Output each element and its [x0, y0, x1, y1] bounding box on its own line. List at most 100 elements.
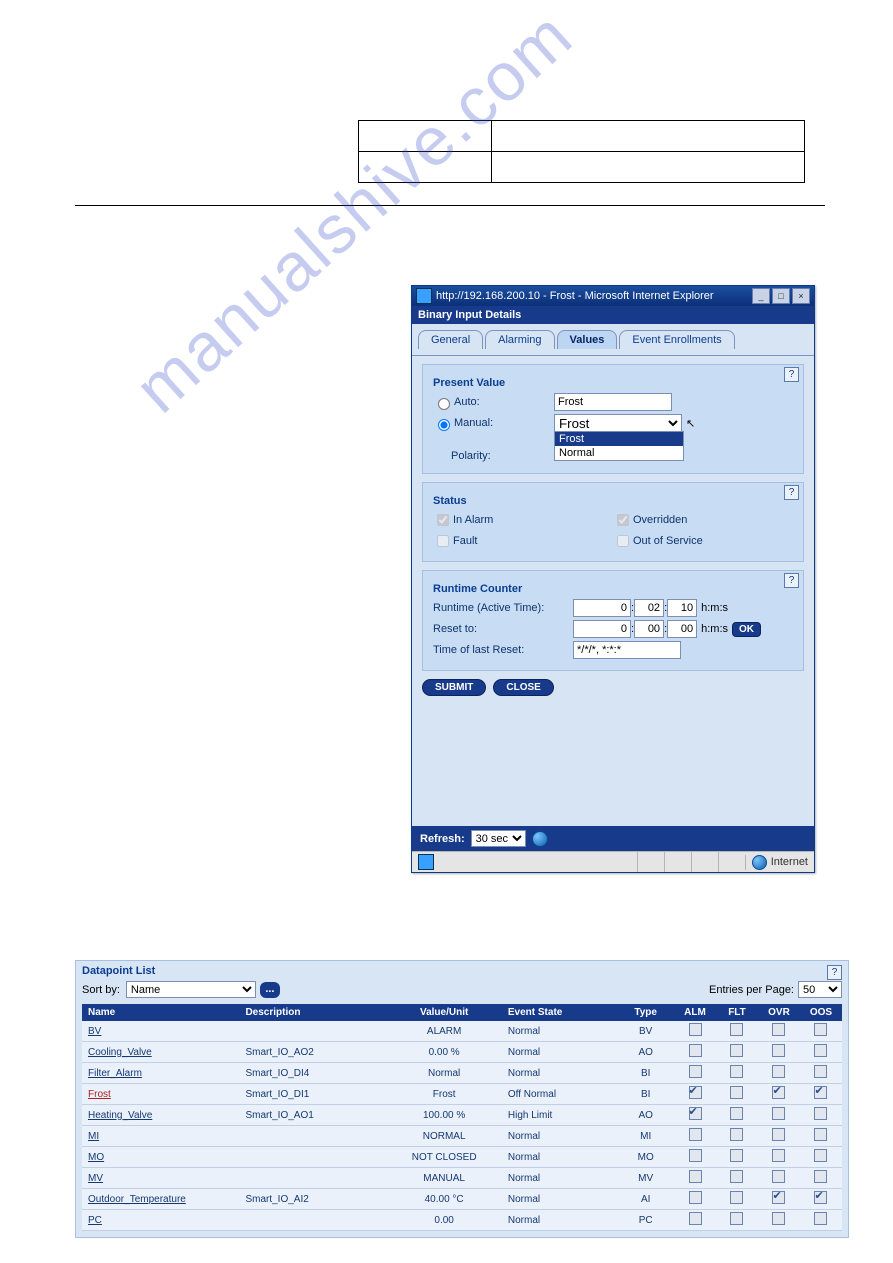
- close-button[interactable]: CLOSE: [493, 679, 553, 696]
- col-ovr[interactable]: OVR: [758, 1004, 800, 1021]
- in-alarm-label: In Alarm: [453, 514, 493, 526]
- option-normal[interactable]: Normal: [555, 446, 683, 460]
- type-cell: AO: [617, 1042, 674, 1063]
- help-icon[interactable]: ?: [784, 573, 799, 588]
- datapoint-link[interactable]: PC: [88, 1215, 102, 1226]
- runtime-title: Runtime Counter: [433, 583, 793, 595]
- manual-dropdown-options[interactable]: Frost Normal: [554, 431, 684, 461]
- col-desc[interactable]: Description: [239, 1004, 386, 1021]
- auto-radio[interactable]: [438, 398, 450, 410]
- maximize-button[interactable]: □: [772, 288, 790, 304]
- type-cell: BI: [617, 1063, 674, 1084]
- checkbox-icon: [814, 1065, 827, 1078]
- datapoint-link[interactable]: Filter_Alarm: [88, 1068, 142, 1079]
- tab-event-enrollments[interactable]: Event Enrollments: [619, 330, 734, 349]
- col-value[interactable]: Value/Unit: [386, 1004, 501, 1021]
- col-type[interactable]: Type: [617, 1004, 674, 1021]
- checkbox-icon: [689, 1170, 702, 1183]
- reset-s-field[interactable]: [667, 620, 697, 638]
- datapoint-link[interactable]: Heating_Valve: [88, 1110, 152, 1121]
- tab-values[interactable]: Values: [557, 330, 618, 349]
- reset-m-field[interactable]: [634, 620, 664, 638]
- out-of-service-checkbox: [617, 535, 629, 547]
- refresh-label: Refresh:: [420, 833, 465, 845]
- submit-button[interactable]: SUBMIT: [422, 679, 486, 696]
- fault-label: Fault: [453, 535, 477, 547]
- table-row: PC0.00NormalPC: [82, 1210, 842, 1231]
- datapoint-link[interactable]: BV: [88, 1026, 101, 1037]
- manual-label: Manual:: [454, 417, 554, 429]
- close-window-button[interactable]: ×: [792, 288, 810, 304]
- col-flt[interactable]: FLT: [716, 1004, 758, 1021]
- checkbox-icon: [730, 1044, 743, 1057]
- datapoint-link[interactable]: Frost: [88, 1089, 111, 1100]
- type-cell: PC: [617, 1210, 674, 1231]
- zone-globe-icon: [752, 855, 767, 870]
- checkbox-icon: [730, 1107, 743, 1120]
- auto-value-field: [554, 393, 672, 411]
- checkbox-icon: [689, 1149, 702, 1162]
- help-icon[interactable]: ?: [827, 965, 842, 980]
- checkbox-icon: [772, 1128, 785, 1141]
- help-icon[interactable]: ?: [784, 367, 799, 382]
- event-cell: Normal: [502, 1126, 617, 1147]
- checkbox-icon: [772, 1149, 785, 1162]
- reset-h-field[interactable]: [573, 620, 631, 638]
- reset-ok-button[interactable]: OK: [732, 622, 761, 637]
- manual-radio[interactable]: [438, 419, 450, 431]
- minimize-button[interactable]: _: [752, 288, 770, 304]
- datapoint-table: Name Description Value/Unit Event State …: [82, 1004, 842, 1231]
- cursor-arrow-icon: ↖: [686, 417, 695, 430]
- runtime-s-field[interactable]: [667, 599, 697, 617]
- sort-more-button[interactable]: ...: [260, 982, 280, 998]
- col-oos[interactable]: OOS: [800, 1004, 842, 1021]
- sort-by-select[interactable]: Name: [126, 981, 256, 998]
- runtime-h-field[interactable]: [573, 599, 631, 617]
- datapoint-link[interactable]: MO: [88, 1152, 104, 1163]
- refresh-bar: Refresh: 30 sec: [412, 826, 814, 851]
- table-row: MVMANUALNormalMV: [82, 1168, 842, 1189]
- option-frost[interactable]: Frost: [555, 432, 683, 446]
- legend-table: [358, 120, 805, 183]
- datapoint-link[interactable]: Outdoor_Temperature: [88, 1194, 186, 1205]
- reset-unit: h:m:s: [701, 623, 728, 635]
- last-reset-label: Time of last Reset:: [433, 644, 573, 656]
- table-row: MINORMALNormalMI: [82, 1126, 842, 1147]
- datapoint-link[interactable]: MI: [88, 1131, 99, 1142]
- event-cell: Normal: [502, 1063, 617, 1084]
- ie-statusbar: Internet: [412, 851, 814, 872]
- tab-general[interactable]: General: [418, 330, 483, 349]
- table-row: Cooling_ValveSmart_IO_AO20.00 %NormalAO: [82, 1042, 842, 1063]
- event-cell: Normal: [502, 1021, 617, 1042]
- zone-label: Internet: [771, 856, 808, 868]
- value-cell: Frost: [386, 1084, 501, 1105]
- status-title: Status: [433, 495, 793, 507]
- checkbox-icon: [814, 1212, 827, 1225]
- help-icon[interactable]: ?: [784, 485, 799, 500]
- table-row: FrostSmart_IO_DI1FrostOff NormalBI: [82, 1084, 842, 1105]
- value-cell: NOT CLOSED: [386, 1147, 501, 1168]
- title-bar[interactable]: http://192.168.200.10 - Frost - Microsof…: [412, 286, 814, 306]
- col-alm[interactable]: ALM: [674, 1004, 716, 1021]
- col-name[interactable]: Name: [82, 1004, 239, 1021]
- refresh-globe-icon[interactable]: [532, 831, 548, 847]
- overridden-checkbox: [617, 514, 629, 526]
- entries-per-page-select[interactable]: 50: [798, 981, 842, 998]
- checkbox-icon: [689, 1191, 702, 1204]
- section-divider: [75, 205, 825, 206]
- col-event[interactable]: Event State: [502, 1004, 617, 1021]
- runtime-m-field[interactable]: [634, 599, 664, 617]
- checkbox-icon: [689, 1086, 702, 1099]
- entries-per-page-label: Entries per Page:: [709, 984, 794, 996]
- refresh-select[interactable]: 30 sec: [471, 830, 526, 847]
- value-cell: NORMAL: [386, 1126, 501, 1147]
- datapoint-link[interactable]: Cooling_Valve: [88, 1047, 152, 1058]
- tab-alarming[interactable]: Alarming: [485, 330, 554, 349]
- manual-select[interactable]: Frost: [554, 414, 682, 432]
- status-card: Status ? In Alarm Overridden Fault Out o…: [422, 482, 804, 562]
- present-value-card: Present Value ? Auto: Manual: Frost Fros…: [422, 364, 804, 474]
- datapoint-link[interactable]: MV: [88, 1173, 103, 1184]
- type-cell: BV: [617, 1021, 674, 1042]
- checkbox-icon: [689, 1023, 702, 1036]
- runtime-counter-card: Runtime Counter ? Runtime (Active Time):…: [422, 570, 804, 671]
